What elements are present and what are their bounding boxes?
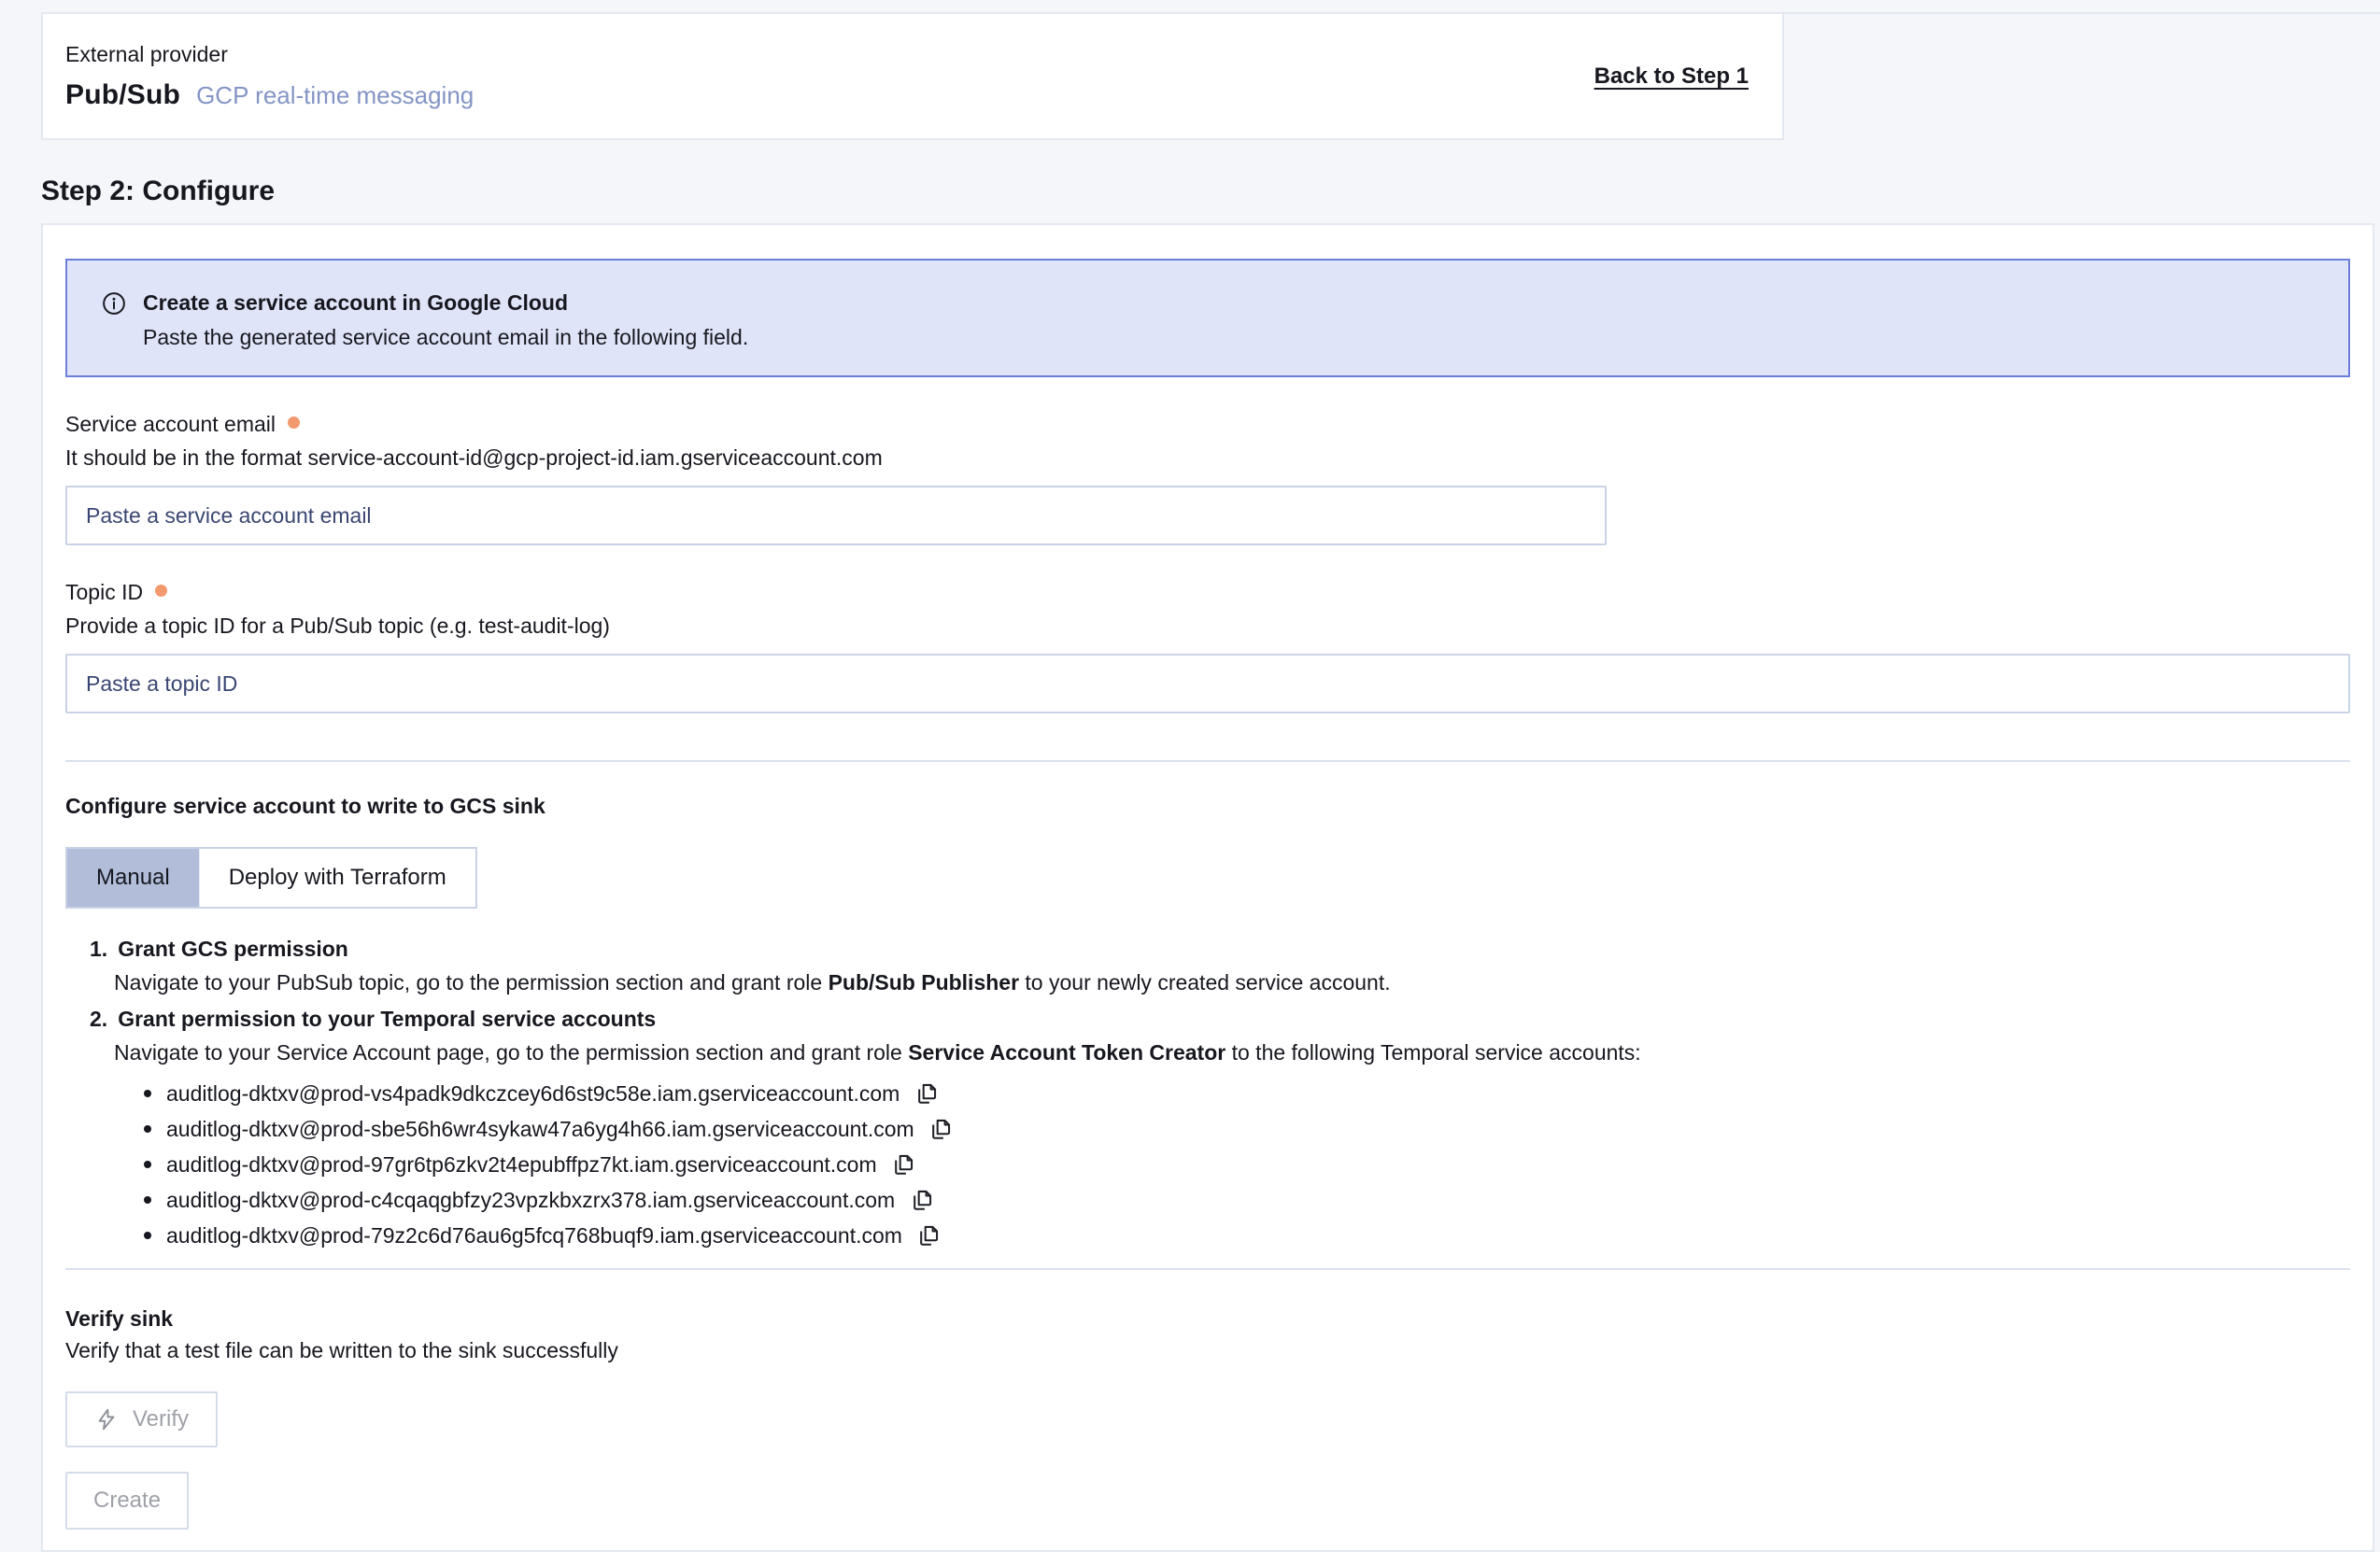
copy-icon [890,1152,915,1178]
instruction-step-2: 2. Grant permission to your Temporal ser… [65,1006,2350,1253]
provider-card: External provider Pub/Sub GCP real-time … [41,12,1784,140]
step-body-text: to your newly created service account. [1019,970,1391,995]
bullet-dot [144,1161,151,1168]
copy-button[interactable] [926,1114,956,1144]
step-title: Grant GCS permission [118,936,348,962]
service-account-email: auditlog-dktxv@prod-c4cqaqgbfzy23vpzkbxz… [166,1188,895,1213]
provider-info: External provider Pub/Sub GCP real-time … [65,42,474,111]
service-account-email-input[interactable] [65,486,1607,545]
service-account-email: auditlog-dktxv@prod-79z2c6d76au6g5fcq768… [166,1223,902,1249]
info-banner-text: Create a service account in Google Cloud… [143,289,748,350]
topic-id-label-row: Topic ID [65,579,2350,605]
list-item: auditlog-dktxv@prod-vs4padk9dkczcey6d6st… [144,1076,2350,1111]
top-divider [41,12,2380,14]
copy-button[interactable] [906,1185,936,1215]
topic-id-helper: Provide a topic ID for a Pub/Sub topic (… [65,613,2350,639]
back-to-step-1-link[interactable]: Back to Step 1 [1594,63,1749,90]
step-body-text: Navigate to your Service Account page, g… [114,1040,908,1065]
instruction-step-2-body: Navigate to your Service Account page, g… [114,1039,2350,1065]
step-body-text: to the following Temporal service accoun… [1225,1040,1640,1065]
service-account-email: auditlog-dktxv@prod-vs4padk9dkczcey6d6st… [166,1081,900,1107]
topic-id-input[interactable] [65,654,2350,713]
instruction-step-2-title: 2. Grant permission to your Temporal ser… [90,1006,2350,1032]
copy-button[interactable] [914,1220,943,1250]
step-title: Grant permission to your Temporal servic… [118,1006,656,1032]
section-divider [65,760,2350,762]
provider-name: Pub/Sub [65,79,180,111]
configure-section-title: Configure service account to write to GC… [65,793,2350,819]
copy-icon [915,1223,941,1249]
verify-sink-helper: Verify that a test file can be written t… [65,1337,2350,1363]
required-dot [288,416,300,429]
service-account-email-label: Service account email [65,411,276,437]
list-item: auditlog-dktxv@prod-sbe56h6wr4sykaw47a6y… [144,1111,2350,1147]
section-divider [65,1268,2350,1270]
step-body-text: Navigate to your PubSub topic, go to the… [114,970,829,995]
provider-row: Pub/Sub GCP real-time messaging [65,79,474,111]
bullet-dot [144,1125,151,1133]
instruction-step-1: 1. Grant GCS permission Navigate to your… [65,936,2350,995]
create-button[interactable]: Create [65,1472,189,1530]
config-method-tabs: Manual Deploy with Terraform [65,847,477,909]
page-title: Step 2: Configure [41,176,2380,207]
info-banner: Create a service account in Google Cloud… [65,259,2350,377]
bullet-dot [144,1232,151,1239]
copy-button[interactable] [888,1150,918,1179]
manual-instructions-list: 1. Grant GCS permission Navigate to your… [65,936,2350,1253]
copy-button[interactable] [911,1079,941,1108]
list-item: auditlog-dktxv@prod-c4cqaqgbfzy23vpzkbxz… [144,1182,2350,1218]
service-account-list: auditlog-dktxv@prod-vs4padk9dkczcey6d6st… [65,1076,2350,1253]
pubsub-configure-page: { "provider_card": { "eyebrow": "Externa… [0,12,2380,1545]
step-body-role: Pub/Sub Publisher [829,970,1019,995]
info-banner-body: Paste the generated service account emai… [143,324,748,350]
verify-button[interactable]: Verify [65,1391,218,1447]
verify-button-row: Verify [65,1363,2350,1447]
instruction-step-1-title: 1. Grant GCS permission [90,936,2350,962]
step-number: 2. [90,1006,107,1032]
list-item: auditlog-dktxv@prod-97gr6tp6zkv2t4epubff… [144,1147,2350,1182]
configure-card: Create a service account in Google Cloud… [41,223,2374,1552]
provider-subtitle: GCP real-time messaging [196,81,474,110]
lightning-icon [94,1407,119,1432]
info-icon [101,290,127,317]
step-number: 1. [90,936,107,962]
info-banner-title: Create a service account in Google Cloud [143,289,748,316]
copy-icon [909,1188,934,1213]
verify-sink-title: Verify sink [65,1305,2350,1332]
topic-id-label: Topic ID [65,579,143,605]
service-account-email: auditlog-dktxv@prod-97gr6tp6zkv2t4epubff… [166,1152,877,1178]
verify-button-label: Verify [133,1406,189,1432]
service-account-email-label-row: Service account email [65,411,2350,437]
tab-manual[interactable]: Manual [67,849,199,907]
create-button-row: Create [65,1447,2350,1530]
bullet-dot [144,1090,151,1097]
tab-deploy-with-terraform[interactable]: Deploy with Terraform [199,849,475,907]
step-body-role: Service Account Token Creator [908,1040,1225,1065]
service-account-email: auditlog-dktxv@prod-sbe56h6wr4sykaw47a6y… [166,1117,914,1142]
provider-eyebrow: External provider [65,42,474,67]
instruction-step-1-body: Navigate to your PubSub topic, go to the… [114,969,2350,995]
copy-icon [928,1117,953,1142]
service-account-email-helper: It should be in the format service-accou… [65,444,2350,471]
copy-icon [914,1081,939,1107]
bullet-dot [144,1196,151,1204]
create-button-label: Create [93,1488,161,1514]
list-item: auditlog-dktxv@prod-79z2c6d76au6g5fcq768… [144,1218,2350,1253]
required-dot [155,585,167,597]
